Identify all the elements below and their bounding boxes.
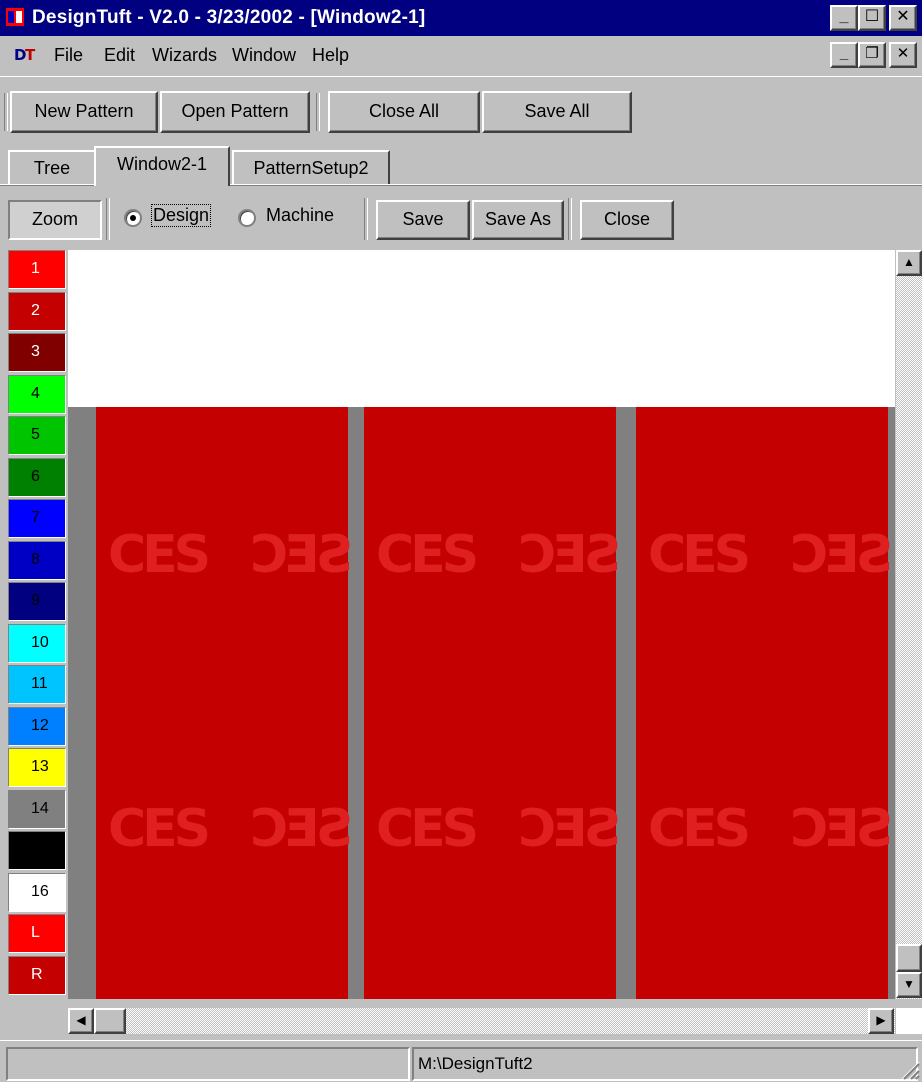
restore-icon: ❐ — [865, 45, 879, 62]
carpet-design: CES SEC CES SEC CES SEC CES SEC CES SEC … — [68, 407, 895, 999]
scroll-left-button[interactable]: ◀ — [68, 1008, 94, 1034]
palette-swatch-1[interactable]: 1 — [8, 250, 66, 289]
palette-swatch-14[interactable]: 14 — [8, 789, 66, 829]
main-toolbar: New Pattern Open Pattern Close All Save … — [0, 76, 922, 140]
zoom-button[interactable]: Zoom — [8, 200, 102, 240]
svg-text:T: T — [25, 46, 36, 64]
arrow-left-icon: ◀ — [76, 1013, 86, 1027]
palette-swatch-l[interactable]: L — [8, 914, 66, 953]
minimize-icon: _ — [839, 8, 849, 25]
palette-swatch-12[interactable]: 12 — [8, 706, 66, 746]
app-icon — [6, 8, 24, 26]
motif-text: CES — [648, 799, 751, 859]
status-bar: M:\DesignTuft2 — [0, 1040, 922, 1082]
motif-text: CES — [376, 799, 479, 859]
resize-grip-icon[interactable] — [898, 1058, 920, 1080]
machine-radio[interactable] — [238, 209, 256, 227]
palette-swatch-3[interactable]: 3 — [8, 333, 66, 372]
motif-text: SEC — [794, 799, 894, 859]
palette-swatch-11[interactable]: 11 — [8, 665, 66, 704]
motif-text: SEC — [794, 525, 894, 585]
title-bar: DesignTuft - V2.0 - 3/23/2002 - [Window2… — [0, 0, 922, 36]
tab-tree[interactable]: Tree — [8, 150, 96, 186]
palette-swatch-7[interactable]: 7 — [8, 499, 66, 538]
minimize-icon: _ — [839, 45, 849, 62]
scroll-right-button[interactable]: ▶ — [868, 1008, 894, 1034]
menu-wizards[interactable]: Wizards — [152, 45, 217, 66]
maximize-button[interactable]: ☐ — [858, 5, 886, 31]
close-icon: ✕ — [896, 45, 910, 62]
dt-logo-icon: D T — [14, 46, 36, 64]
motif-text: SEC — [522, 525, 622, 585]
palette-swatch-5[interactable]: 5 — [8, 416, 66, 455]
palette-swatch-8[interactable]: 8 — [8, 540, 66, 580]
menu-help[interactable]: Help — [312, 45, 349, 66]
close-all-button[interactable]: Close All — [328, 91, 480, 133]
close-window-button[interactable]: ✕ — [889, 5, 917, 31]
toolbar-separator — [316, 93, 320, 131]
vertical-scrollbar[interactable] — [896, 250, 922, 999]
vertical-scroll-thumb[interactable] — [896, 944, 922, 972]
design-radio[interactable] — [124, 209, 142, 227]
new-pattern-button[interactable]: New Pattern — [10, 91, 158, 133]
document-menu-icon[interactable]: D T — [14, 46, 40, 64]
save-all-button[interactable]: Save All — [482, 91, 632, 133]
mdi-restore-button[interactable]: ❐ — [858, 42, 886, 68]
save-as-button[interactable]: Save As — [472, 200, 564, 240]
toolbar-separator — [106, 198, 110, 240]
mdi-close-button[interactable]: ✕ — [889, 42, 917, 68]
motif-text: SEC — [522, 799, 622, 859]
toolbar-separator — [568, 198, 572, 240]
design-panel: CES SEC CES SEC — [364, 407, 621, 999]
menu-edit[interactable]: Edit — [104, 45, 135, 66]
design-panel: CES SEC CES SEC — [636, 407, 893, 999]
arrow-up-icon: ▲ — [903, 255, 915, 269]
motif-text: SEC — [254, 525, 354, 585]
menu-window[interactable]: Window — [232, 45, 296, 66]
palette-swatch-unlabeled-15[interactable] — [8, 831, 66, 870]
motif-text: CES — [108, 525, 211, 585]
open-pattern-button[interactable]: Open Pattern — [160, 91, 310, 133]
palette-swatch-16[interactable]: 16 — [8, 872, 66, 912]
design-canvas[interactable]: CES SEC CES SEC CES SEC CES SEC CES SEC … — [68, 250, 895, 999]
palette-swatch-10[interactable]: 10 — [8, 623, 66, 663]
design-radio-label[interactable]: Design — [150, 204, 212, 227]
palette-swatch-13[interactable]: 13 — [8, 748, 66, 787]
toolbar-separator — [364, 198, 368, 240]
toolbar-grip — [4, 93, 8, 131]
status-pane-left — [6, 1047, 410, 1081]
close-icon: ✕ — [896, 8, 910, 25]
motif-text: CES — [108, 799, 211, 859]
radio-selected-dot — [130, 215, 136, 221]
palette-swatch-r[interactable]: R — [8, 955, 66, 995]
menu-file[interactable]: File — [54, 45, 83, 66]
scrollbar-corner — [896, 1008, 922, 1034]
arrow-right-icon: ▶ — [876, 1013, 886, 1027]
palette-swatch-6[interactable]: 6 — [8, 457, 66, 497]
status-path: M:\DesignTuft2 — [412, 1047, 918, 1081]
machine-radio-label[interactable]: Machine — [266, 205, 334, 226]
motif-text: CES — [376, 525, 479, 585]
motif-text: SEC — [254, 799, 354, 859]
palette-swatch-2[interactable]: 2 — [8, 291, 66, 331]
close-design-button[interactable]: Close — [580, 200, 674, 240]
scroll-down-button[interactable]: ▼ — [896, 972, 922, 998]
horizontal-scroll-thumb[interactable] — [94, 1008, 126, 1034]
window-title: DesignTuft - V2.0 - 3/23/2002 - [Window2… — [32, 7, 426, 28]
design-panel: CES SEC CES SEC — [96, 407, 353, 999]
minimize-button[interactable]: _ — [830, 5, 858, 31]
palette-swatch-4[interactable]: 4 — [8, 374, 66, 414]
maximize-icon: ☐ — [864, 8, 880, 25]
tab-patternsetup2[interactable]: PatternSetup2 — [232, 150, 390, 186]
menu-bar: D T File Edit Wizards Window Help — [0, 36, 922, 74]
scroll-up-button[interactable]: ▲ — [896, 250, 922, 276]
tab-window2-1[interactable]: Window2-1 — [94, 146, 230, 186]
arrow-down-icon: ▼ — [903, 977, 915, 991]
motif-text: CES — [648, 525, 751, 585]
mdi-minimize-button[interactable]: _ — [830, 42, 858, 68]
save-button[interactable]: Save — [376, 200, 470, 240]
horizontal-scrollbar[interactable] — [68, 1008, 895, 1034]
palette-swatch-9[interactable]: 9 — [8, 582, 66, 621]
